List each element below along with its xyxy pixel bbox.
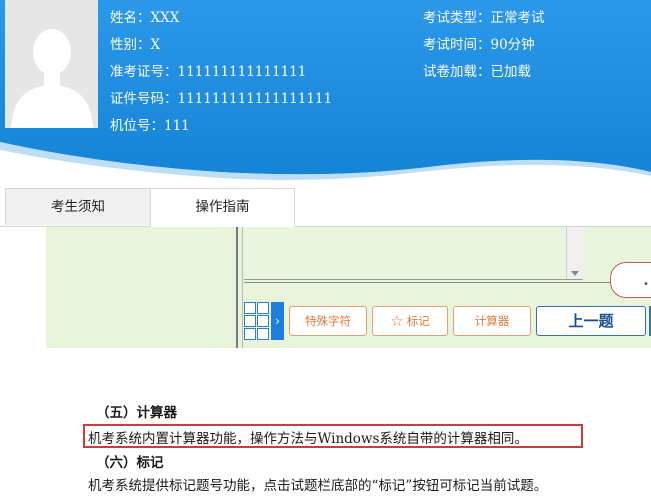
mark-label: 标记 xyxy=(406,314,430,328)
question-toolbar: › 特殊字符 ☆ 标记 计算器 上一题 xyxy=(244,301,651,341)
paper-status: 试卷加载：已加载 xyxy=(423,64,531,80)
candidate-details: 姓名：XXX 性别：X 准考证号：111111111111111 证件号码：11… xyxy=(110,5,332,140)
candidate-avatar xyxy=(5,0,98,128)
paragraph-calculator: 机考系统内置计算器功能，操作方法与Windows系统自带的计算器相同。 xyxy=(88,431,528,447)
prev-question-button: 上一题 xyxy=(536,306,646,336)
calculator-label: 计算器 xyxy=(474,314,510,328)
heading-calculator: （五）计算器 xyxy=(96,405,177,421)
chevron-right-icon: › xyxy=(271,302,284,340)
star-icon: ☆ xyxy=(390,312,404,330)
candidate-admission-no: 准考证号：111111111111111 xyxy=(110,64,307,80)
panel-divider-inner xyxy=(242,227,243,348)
special-chars-button: 特殊字符 xyxy=(289,306,367,336)
answer-scrollbar xyxy=(566,227,583,279)
candidate-gender: 性别：X xyxy=(110,37,161,53)
instruction-tabs: 考生须知 操作指南 xyxy=(0,188,651,227)
callout-bubble: • xyxy=(610,262,651,298)
exam-type: 考试类型：正常考试 xyxy=(423,10,545,26)
paragraph-mark: 机考系统提供标记题号功能，点击试题栏底部的“标记”按钮可标记当前试题。 xyxy=(88,478,548,494)
callout-dot-icon: • xyxy=(643,279,649,290)
candidate-seat-no: 机位号：111 xyxy=(110,118,190,134)
exam-details: 考试类型：正常考试 考试时间：90分钟 试卷加载：已加载 xyxy=(423,5,545,86)
scroll-down-arrow-icon xyxy=(571,271,579,276)
candidate-name: 姓名：XXX xyxy=(110,10,180,26)
avatar-silhouette-icon xyxy=(11,29,93,128)
guide-screenshot: • › 特殊字符 ☆ 标记 计算器 上一题 xyxy=(46,227,651,348)
calculator-button: 计算器 xyxy=(453,306,531,336)
candidate-id-no: 证件号码：111111111111111111 xyxy=(110,91,333,107)
mark-button: ☆ 标记 xyxy=(372,306,448,336)
heading-mark: （六）标记 xyxy=(96,455,164,471)
exam-time: 考试时间：90分钟 xyxy=(423,37,535,53)
prev-question-label: 上一题 xyxy=(568,312,614,330)
special-chars-label: 特殊字符 xyxy=(305,314,351,328)
candidate-info-header: 姓名：XXX 性别：X 准考证号：111111111111111 证件号码：11… xyxy=(0,0,651,190)
tab-operation-guide[interactable]: 操作指南 xyxy=(150,188,295,227)
tab-candidate-notice[interactable]: 考生须知 xyxy=(5,188,150,225)
answer-area xyxy=(244,227,583,280)
panel-divider xyxy=(236,227,238,348)
toolbar-separator xyxy=(244,282,651,283)
question-grid-icon xyxy=(244,302,270,340)
